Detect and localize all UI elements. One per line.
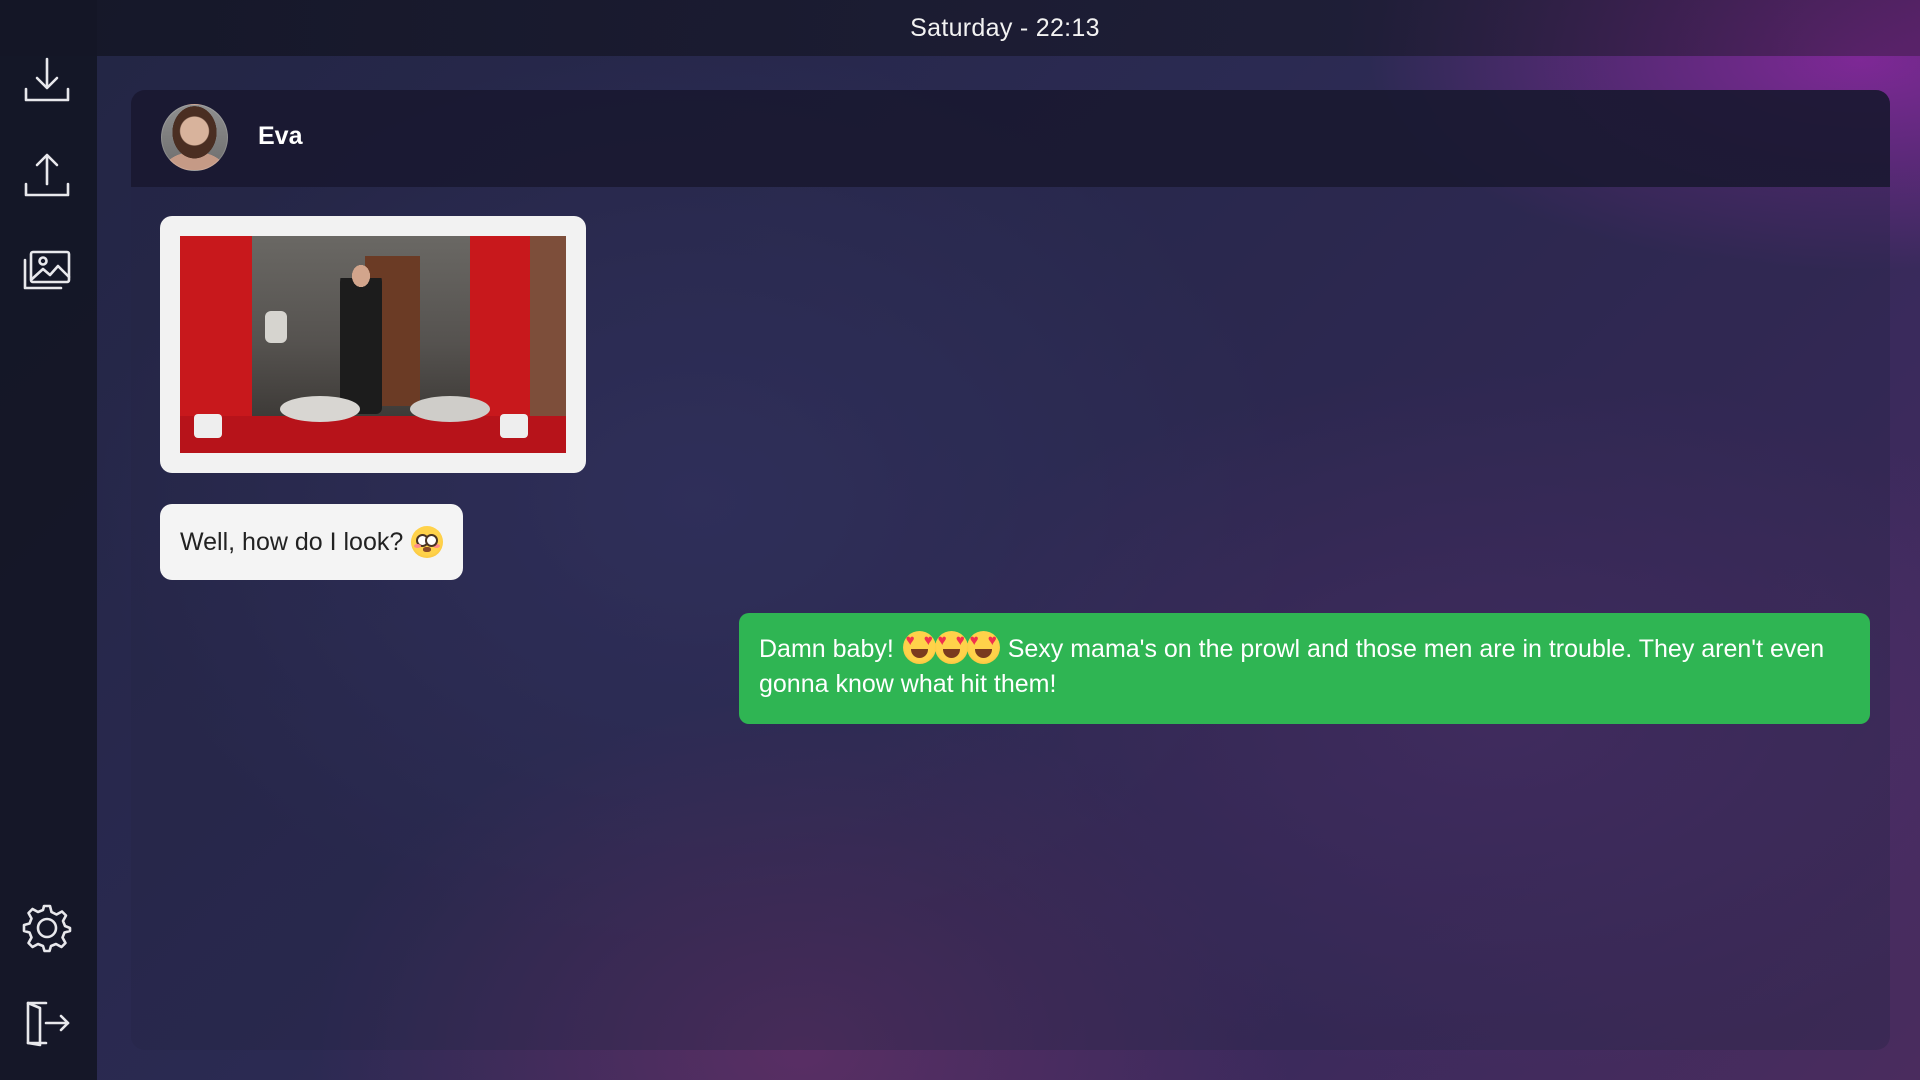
incoming-message: Well, how do I look?: [160, 504, 464, 580]
chat-panel: Eva Well, how do I look? Damn baby! Sex: [131, 90, 1890, 1050]
chat-header: Eva: [131, 90, 1890, 187]
upload-button[interactable]: [18, 146, 76, 204]
message-photo[interactable]: [180, 236, 566, 453]
heart-eyes-emoji-icon: [934, 631, 968, 664]
download-button[interactable]: [18, 51, 76, 109]
exit-button[interactable]: [18, 993, 76, 1051]
gallery-icon: [23, 250, 71, 290]
emoji-group: [902, 631, 1000, 667]
heart-eyes-emoji-icon: [966, 631, 1000, 664]
message-text-start: Damn baby!: [759, 635, 894, 663]
exit-door-icon: [26, 1001, 70, 1047]
image-message[interactable]: [160, 216, 586, 473]
download-icon: [24, 57, 70, 102]
message-text: Well, how do I look?: [180, 527, 404, 556]
flushed-face-emoji-icon: [411, 526, 444, 558]
outgoing-message: Damn baby! Sexy mama's on the prowl and …: [739, 613, 1870, 724]
upload-icon: [24, 153, 70, 197]
day-time-label: Saturday - 22:13: [910, 13, 1100, 42]
contact-avatar[interactable]: [161, 104, 228, 171]
gallery-button[interactable]: [18, 241, 76, 299]
sidebar: [0, 0, 97, 1080]
heart-eyes-emoji-icon: [902, 631, 936, 664]
contact-name: Eva: [258, 122, 303, 150]
settings-button[interactable]: [18, 899, 76, 957]
status-bar: Saturday - 22:13: [0, 0, 1920, 56]
gear-icon: [22, 904, 72, 953]
